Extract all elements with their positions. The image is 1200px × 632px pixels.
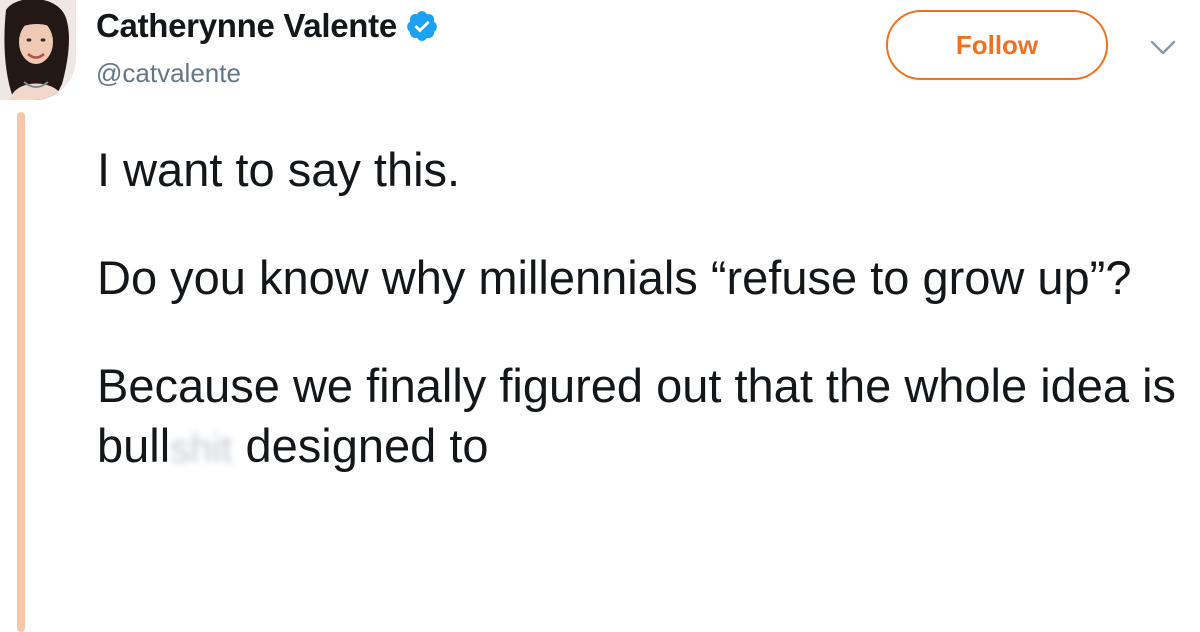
tweet-text: I want to say this. Do you know why mill… xyxy=(97,140,1177,527)
censored-word: shit xyxy=(170,427,233,471)
tweet-card: Catherynne Valente @catvalente Follow I … xyxy=(0,0,1200,632)
author-name-row[interactable]: Catherynne Valente xyxy=(96,4,439,48)
author-handle[interactable]: @catvalente xyxy=(96,58,241,89)
avatar[interactable] xyxy=(0,0,76,100)
chevron-down-icon[interactable] xyxy=(1149,38,1177,58)
tweet-text-segment: designed to xyxy=(232,419,489,472)
tweet-paragraph: Do you know why millennials “refuse to g… xyxy=(97,251,1132,304)
tweet-paragraph: I want to say this. xyxy=(97,143,461,196)
tweet-paragraph: Because we finally figured out that the … xyxy=(97,356,1177,479)
author-display-name[interactable]: Catherynne Valente xyxy=(96,7,397,45)
follow-button[interactable]: Follow xyxy=(886,10,1108,80)
thread-line xyxy=(17,112,25,632)
verified-badge-icon xyxy=(407,11,437,41)
profile-photo-icon xyxy=(0,0,76,100)
